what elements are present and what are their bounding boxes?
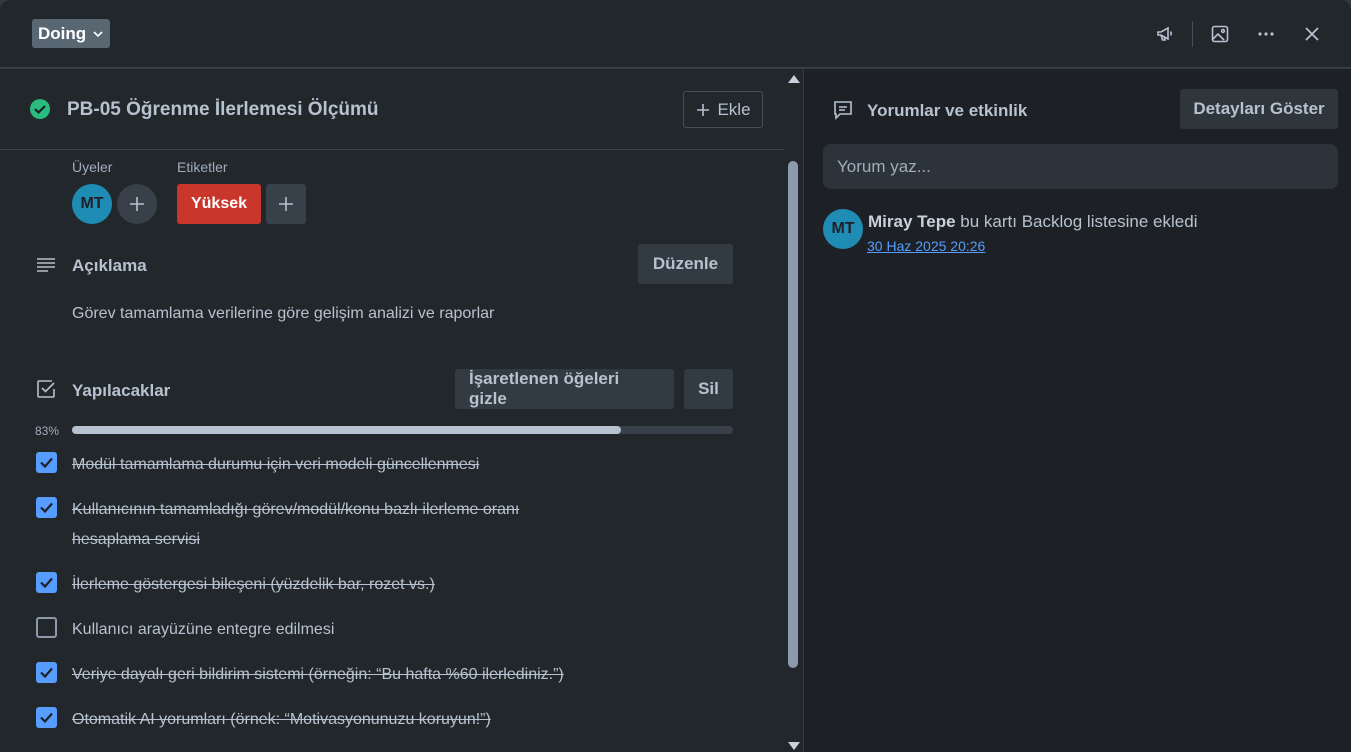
delete-checklist-button[interactable]: Sil [684,369,733,409]
checklist-icon [37,380,55,398]
show-details-button[interactable]: Detayları Göster [1180,89,1338,129]
chevron-down-icon [93,30,103,37]
members-label: Üyeler [72,159,113,175]
checklist-item[interactable]: Veriye dayalı geri bildirim sistemi (örn… [36,660,736,692]
card-detail-modal: Doing PB-05 Öğrenme İlerlemesi Ölçümü Ek… [0,0,1351,752]
plus-icon [279,197,293,211]
plus-icon [130,197,144,211]
checkbox[interactable] [36,572,57,593]
checklist-item-text[interactable]: Kullanıcının tamamladığı görev/modül/kon… [72,495,572,555]
add-member-button[interactable] [117,184,157,224]
modal-header: Doing [0,0,1351,68]
close-icon [1305,27,1319,41]
label-chip-yuksek[interactable]: Yüksek [177,184,261,224]
checkmark-icon [40,457,53,469]
progress-fill [72,426,621,434]
checklist-item[interactable]: Modül tamamlama durumu için veri modeli … [36,450,736,482]
checkbox[interactable] [36,452,57,473]
checklist-item[interactable]: İlerleme göstergesi bileşeni (yüzdelik b… [36,570,736,602]
list-select[interactable]: Doing [32,19,111,48]
cover-image-button[interactable] [1203,18,1237,50]
scroll-down-arrow-icon[interactable] [788,742,800,750]
edit-description-button[interactable]: Düzenle [638,244,733,284]
checklist-item[interactable]: Kullanıcının tamamladığı görev/modül/kon… [36,495,736,555]
checkbox[interactable] [36,662,57,683]
checkmark-icon [40,502,53,514]
description-text[interactable]: Görev tamamlama verilerine göre gelişim … [72,305,494,323]
description-title: Açıklama [72,256,147,275]
checkbox[interactable] [36,497,57,518]
progress-percent: 83% [35,424,60,438]
checkbox[interactable] [36,707,57,728]
scroll-up-arrow-icon[interactable] [788,75,800,83]
card-title[interactable]: PB-05 Öğrenme İlerlemesi Ölçümü [67,99,379,121]
close-button[interactable] [1295,18,1329,50]
plus-icon [697,103,710,116]
progress-bar [72,426,733,434]
header-divider [1192,21,1193,47]
comment-icon [834,101,852,120]
activity-action: bu kartı Backlog listesine ekledi [960,212,1198,231]
checklist-item[interactable]: Otomatik AI yorumları (örnek: “Motivasyo… [36,705,736,737]
checkmark-icon [40,577,53,589]
labels-label: Etiketler [177,159,228,175]
checklist-item-text[interactable]: Kullanıcı arayüzüne entegre edilmesi [72,615,572,645]
activity-avatar[interactable]: MT [823,209,863,249]
checkmark-icon [40,712,53,724]
card-main-panel: PB-05 Öğrenme İlerlemesi Ölçümü Ekle Üye… [0,69,784,752]
add-button[interactable]: Ekle [683,91,763,128]
card-title-bar: PB-05 Öğrenme İlerlemesi Ölçümü Ekle [0,69,784,150]
megaphone-icon [1157,26,1173,41]
scroll-thumb[interactable] [788,161,798,668]
checklist-item-text[interactable]: Veriye dayalı geri bildirim sistemi (örn… [72,660,672,690]
megaphone-button[interactable] [1148,18,1182,50]
checklist-title: Yapılacaklar [72,381,171,400]
activity-panel: Yorumlar ve etkinlik Detayları Göster Yo… [804,69,1351,752]
checkmark-icon [40,667,53,679]
activity-entry: Miray Tepe bu kartı Backlog listesine ek… [868,212,1197,232]
activity-user[interactable]: Miray Tepe [868,212,956,231]
add-label-button[interactable] [266,184,306,224]
hide-checked-button[interactable]: İşaretlenen öğeleri gizle [455,369,674,409]
checklist-item-text[interactable]: Modül tamamlama durumu için veri modeli … [72,450,572,480]
add-button-label: Ekle [717,99,751,119]
checklist-item[interactable]: Kullanıcı arayüzüne entegre edilmesi [36,615,736,647]
comment-input[interactable]: Yorum yaz... [823,144,1338,189]
description-icon [37,258,55,272]
checklist-item-text[interactable]: İlerleme göstergesi bileşeni (yüzdelik b… [72,570,572,600]
more-options-button[interactable] [1249,18,1283,50]
more-icon [1258,32,1274,36]
main-panel-scrollbar[interactable] [784,69,803,752]
activity-timestamp[interactable]: 30 Haz 2025 20:26 [867,238,985,254]
activity-title: Yorumlar ve etkinlik [867,101,1028,120]
image-icon [1211,25,1229,43]
member-avatar[interactable]: MT [72,184,112,224]
check-circle-icon[interactable] [29,98,51,120]
checklist-item-text[interactable]: Otomatik AI yorumları (örnek: “Motivasyo… [72,705,672,735]
list-name: Doing [38,23,87,43]
checkbox[interactable] [36,617,57,638]
